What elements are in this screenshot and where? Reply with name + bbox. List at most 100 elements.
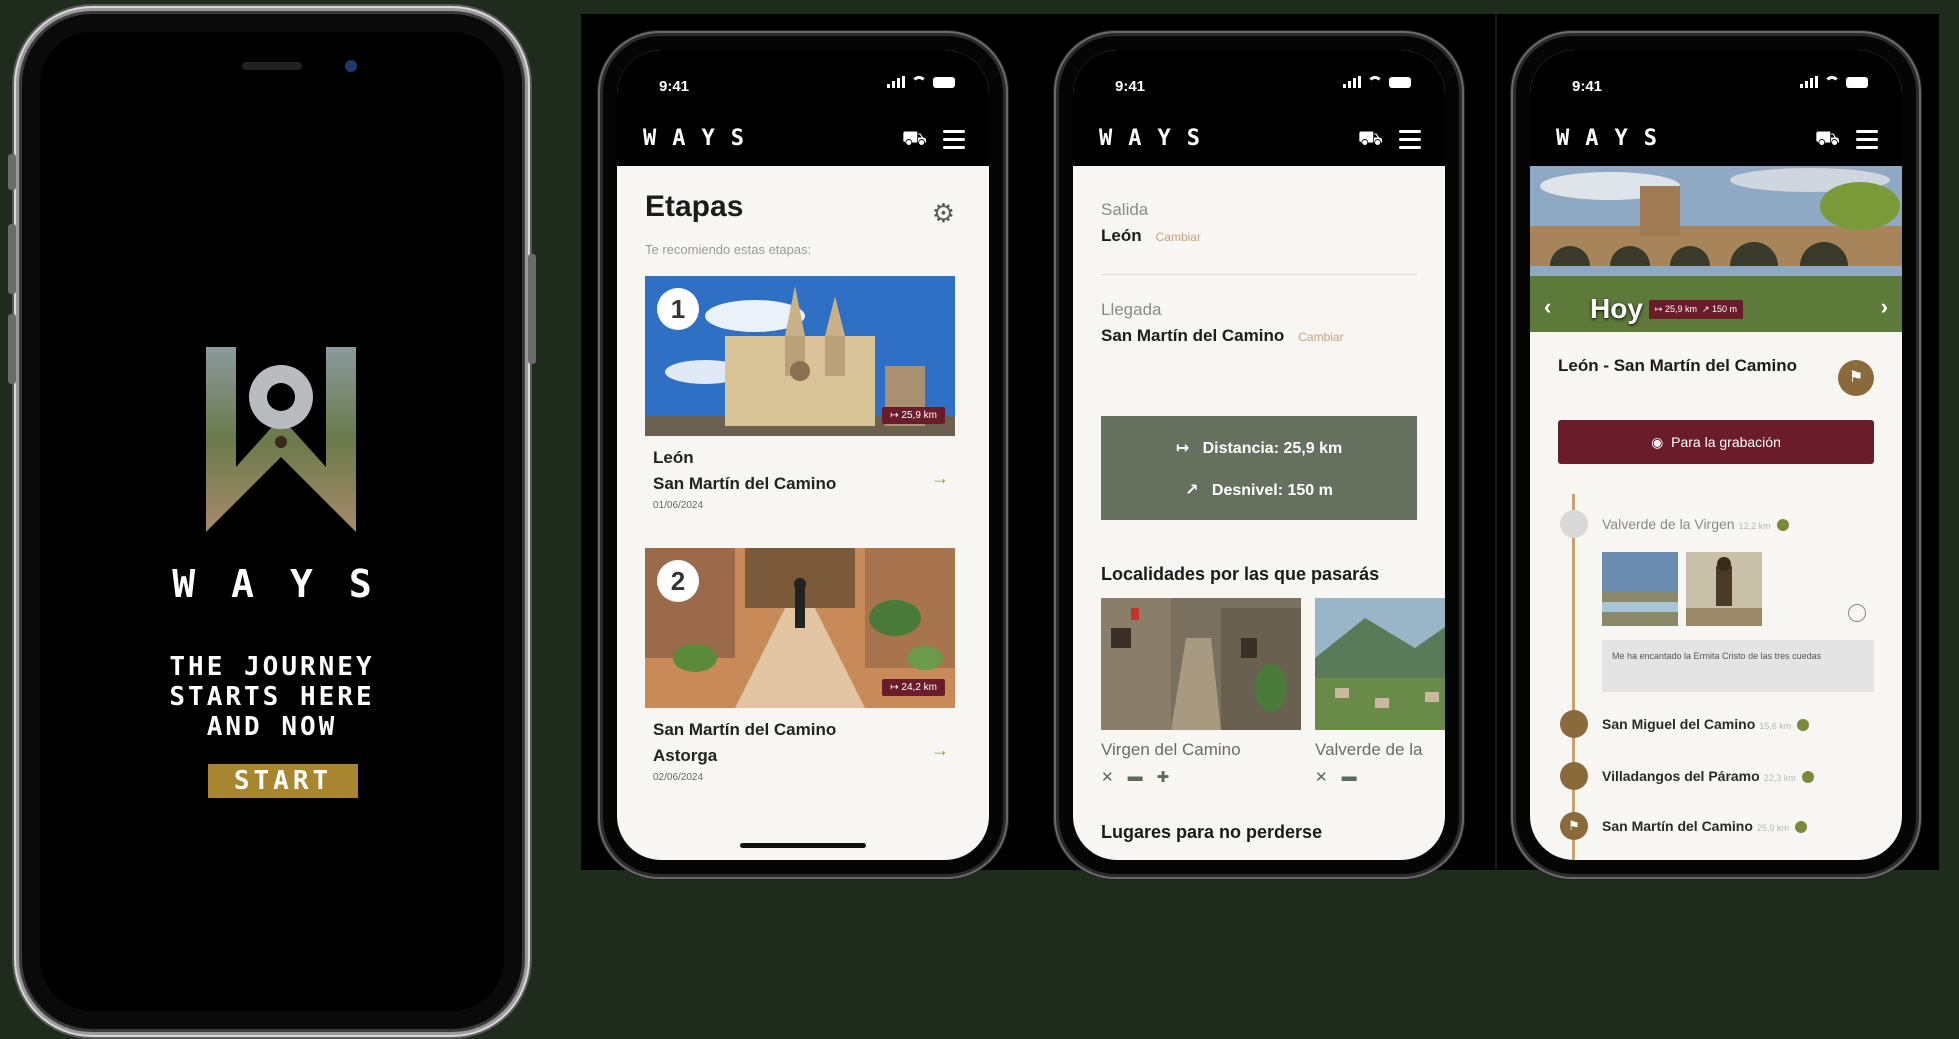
stage-image: 1 ↦ 25,9 km [645,276,955,436]
screens-panel: 9:41 WAYS ⛟ Etapas ⚙ Te recomiendo estas… [581,14,1939,874]
photo-thumbnail[interactable] [1686,552,1762,626]
stone-village-image [1101,598,1301,730]
splash-brand: WAYS [172,562,408,606]
timeline-stop[interactable]: Villadangos del Páramo 22,3 km [1602,768,1814,784]
app-brand: WAYS [1556,126,1673,151]
volume-up-button [8,224,16,294]
stop-status-icon [1801,771,1814,784]
cart-icon[interactable]: ⛟ [902,128,927,153]
stop-recording-button[interactable]: ◉ Para la grabación [1558,420,1874,464]
mute-switch [8,154,16,190]
battery-icon [1846,77,1868,88]
signal-icon [1800,76,1818,88]
splash-tagline: THE JOURNEY STARTS HERE AND NOW [169,652,375,742]
stage-distance-badge: ↦ 25,9 km [882,407,945,424]
town-image [1101,598,1301,730]
town-name: Valverde de la [1315,740,1423,759]
page-subtitle: Te recomiendo estas etapas: [645,242,812,257]
timeline-node [1560,762,1588,790]
earpiece [242,62,302,70]
restaurant-icon: ✕ [1315,769,1328,786]
app-bar: WAYS ⛟ [617,114,989,166]
towns-title: Localidades por las que pasarás [1101,564,1380,584]
status-time: 9:41 [1572,78,1603,95]
app-bar: WAYS ⛟ [1073,114,1445,166]
arrival-value: San Martín del Camino Cambiar [1101,326,1344,345]
stage-date: 02/06/2024 [653,772,704,783]
flag-icon[interactable]: ⚑ [1838,360,1874,396]
distance-icon: ↦ [1175,440,1190,457]
splash-phone: WAYS THE JOURNEY STARTS HERE AND NOW STA… [8,14,536,1029]
record-icon: ◉ [1651,434,1664,450]
bed-icon: ▬ [1341,768,1357,785]
today-phone: 9:41 WAYS ⛟ ‹ Hoy ↦ 25,9 km ↗ 150 m › Le… [1516,36,1916,874]
status-icons [887,76,955,88]
timeline-line [1572,494,1575,860]
change-departure-link[interactable]: Cambiar [1156,230,1201,244]
route-screen: 9:41 WAYS ⛟ Salida León Cambiar Llegada S… [1073,50,1445,860]
departure-label: Salida [1101,200,1149,219]
front-camera [345,60,357,72]
chevron-left-icon[interactable]: ‹ [1544,294,1551,320]
chevron-right-icon[interactable]: › [1881,294,1888,320]
cart-icon[interactable]: ⛟ [1358,128,1383,153]
stop-status-icon [1794,821,1807,834]
arrow-right-icon[interactable]: → [931,468,949,489]
town-image [1315,598,1445,730]
emoji-icon[interactable] [1848,604,1866,622]
menu-icon[interactable] [1856,130,1878,154]
wifi-icon [911,76,927,88]
start-button[interactable]: START [208,764,358,798]
stage-number: 2 [657,560,699,602]
town-name: Virgen del Camino [1101,740,1241,759]
route-title: León - San Martín del Camino [1558,356,1797,375]
timeline-stop[interactable]: San Miguel del Camino 15,6 km [1602,716,1810,732]
town-amenities: ✕ ▬ ✚ [1101,768,1301,786]
trend-up-icon: ↗ [1185,482,1199,499]
timeline-stop[interactable]: Valverde de la Virgen 12,2 km [1602,516,1789,532]
departure-value: León Cambiar [1101,226,1201,245]
photo-thumbnail[interactable] [1602,552,1678,626]
app-brand: WAYS [643,126,760,151]
stage-card[interactable]: 1 ↦ 25,9 km León San Martín del Camino 0… [645,276,955,511]
cart-icon[interactable]: ⛟ [1815,128,1840,153]
timeline-node [1560,710,1588,738]
distance-stat: ↦ Distancia: 25,9 km [1175,440,1343,457]
stages-phone: 9:41 WAYS ⛟ Etapas ⚙ Te recomiendo estas… [603,36,1003,874]
stage-from: San Martín del Camino [653,720,837,739]
status-time: 9:41 [1115,78,1146,95]
gear-icon[interactable]: ⚙ [932,198,955,229]
route-phone: 9:41 WAYS ⛟ Salida León Cambiar Llegada S… [1059,36,1459,874]
today-stats-chip: ↦ 25,9 km ↗ 150 m [1648,299,1744,319]
status-bar: 9:41 [1530,50,1902,114]
stage-card[interactable]: 2 ↦ 24,2 km San Martín del Camino Astorg… [645,548,955,783]
stop-status-icon [1797,719,1810,732]
hero-image: ‹ Hoy ↦ 25,9 km ↗ 150 m › [1530,166,1902,332]
change-arrival-link[interactable]: Cambiar [1298,330,1343,344]
town-card[interactable]: Virgen del Camino ✕ ▬ ✚ [1101,598,1301,786]
status-icons [1800,76,1868,88]
timeline-stop[interactable]: San Martín del Camino 25,9 km [1602,818,1807,834]
stage-date: 01/06/2024 [653,500,704,511]
today-bar: Hoy ↦ 25,9 km ↗ 150 m [1590,293,1744,324]
home-indicator[interactable] [740,843,866,848]
stage-to: San Martín del Camino [653,474,837,493]
power-button [528,254,536,364]
pharmacy-icon: ✚ [1156,769,1170,786]
mountain-village-image [1315,598,1445,730]
timeline-node [1560,510,1588,538]
stage-distance-badge: ↦ 24,2 km [882,679,945,696]
status-icons [1343,76,1411,88]
arrival-label: Llegada [1101,300,1162,319]
places-title: Lugares para no perderse [1101,822,1323,842]
arrow-right-icon[interactable]: → [931,740,949,761]
stage-from: León [653,448,694,467]
panel-divider [1495,14,1497,870]
stage-number: 1 [657,288,699,330]
stages-screen: 9:41 WAYS ⛟ Etapas ⚙ Te recomiendo estas… [617,50,989,860]
menu-icon[interactable] [1399,130,1421,154]
menu-icon[interactable] [943,130,965,154]
stop-status-icon [1776,519,1789,532]
wifi-icon [1824,76,1840,88]
town-card[interactable]: Valverde de la ✕ ▬ [1315,598,1445,786]
